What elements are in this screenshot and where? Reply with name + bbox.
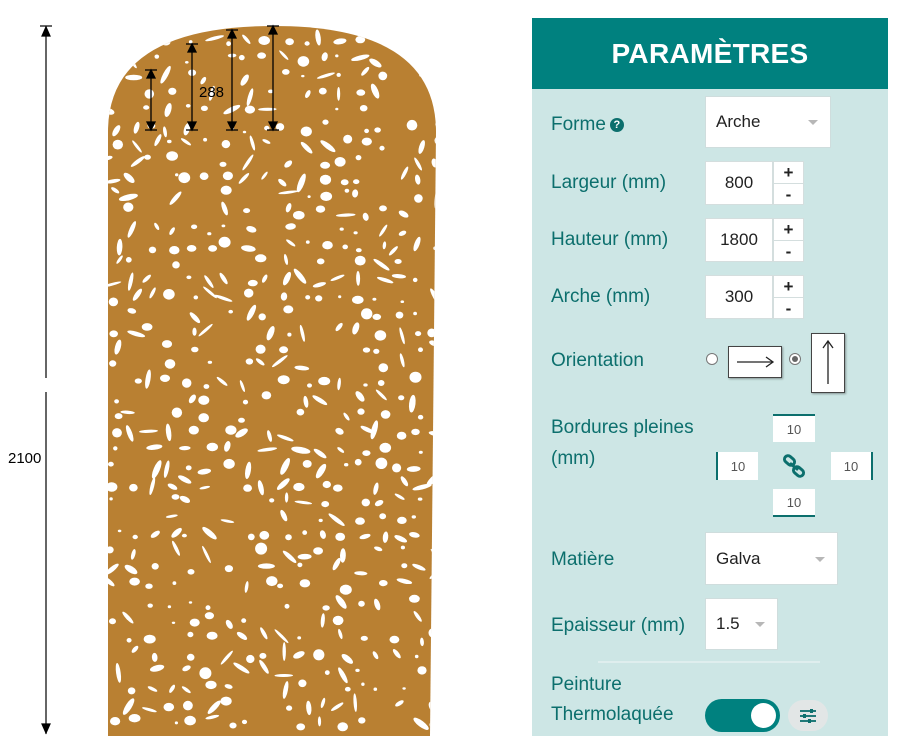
section-divider: [598, 661, 820, 663]
hauteur-decrement-button[interactable]: -: [774, 241, 803, 262]
link-icon[interactable]: [782, 454, 806, 478]
largeur-decrement-button[interactable]: -: [774, 184, 803, 205]
matiere-select[interactable]: Galva: [705, 532, 838, 585]
panel-preview: 2100 288: [0, 0, 520, 736]
arch-height-label: 288: [199, 84, 225, 101]
dimension-arrow-icon: [41, 723, 51, 735]
peinture-label-line2: Thermolaquée: [551, 704, 674, 725]
perforated-panel: [108, 26, 436, 736]
toggle-knob: [751, 703, 776, 728]
preview-canvas: [40, 24, 436, 736]
bordures-label-line1: Bordures pleines: [551, 417, 694, 438]
border-bottom-input[interactable]: 10: [773, 489, 815, 517]
forme-select[interactable]: Arche: [705, 96, 831, 148]
arrow-up-icon: [822, 339, 834, 384]
largeur-stepper: + -: [773, 161, 804, 205]
height-label: 2100: [8, 450, 42, 467]
epaisseur-label: Epaisseur (mm): [551, 615, 686, 636]
chevron-down-icon: [815, 556, 825, 562]
arche-decrement-button[interactable]: -: [774, 298, 803, 319]
hauteur-input[interactable]: 1800: [705, 218, 773, 262]
orientation-vertical-option[interactable]: [811, 333, 845, 393]
sliders-icon: [800, 708, 816, 723]
forme-label-text: Forme: [551, 114, 606, 135]
border-top-input[interactable]: 10: [773, 414, 815, 442]
parameters-panel: PARAMÈTRES Forme? Arche Largeur (mm) 800…: [532, 18, 888, 736]
height-dimension: [40, 25, 52, 735]
border-right-input[interactable]: 10: [831, 452, 873, 480]
peinture-toggle[interactable]: [705, 699, 780, 732]
forme-select-value: Arche: [716, 112, 761, 131]
matiere-label: Matière: [551, 549, 615, 570]
epaisseur-select-value: 1.5: [716, 614, 740, 633]
arche-increment-button[interactable]: +: [774, 276, 803, 298]
peinture-label-line1: Peinture: [551, 674, 622, 695]
arche-label: Arche (mm): [551, 286, 651, 307]
largeur-input[interactable]: 800: [705, 161, 773, 205]
chevron-down-icon: [808, 120, 818, 125]
arche-stepper: + -: [773, 275, 804, 319]
dimension-arrow-icon: [41, 25, 51, 37]
forme-label: Forme?: [551, 110, 624, 140]
hauteur-stepper: + -: [773, 218, 804, 262]
peinture-settings-button[interactable]: [788, 700, 828, 731]
hauteur-label: Hauteur (mm): [551, 229, 669, 250]
arrow-right-icon: [737, 356, 775, 368]
bordures-label-line2: (mm): [551, 448, 596, 469]
orientation-horizontal-radio[interactable]: [706, 353, 718, 365]
orientation-vertical-radio[interactable]: [789, 353, 801, 365]
largeur-label: Largeur (mm): [551, 172, 667, 193]
hauteur-increment-button[interactable]: +: [774, 219, 803, 241]
orientation-label: Orientation: [551, 350, 644, 371]
epaisseur-select[interactable]: 1.5: [705, 598, 778, 650]
help-icon[interactable]: ?: [609, 118, 624, 132]
orientation-horizontal-option[interactable]: [728, 346, 782, 378]
border-left-input[interactable]: 10: [716, 452, 758, 480]
chevron-down-icon: [755, 622, 765, 627]
panel-title: PARAMÈTRES: [532, 18, 888, 89]
arche-input[interactable]: 300: [705, 275, 773, 319]
largeur-increment-button[interactable]: +: [774, 162, 803, 184]
matiere-select-value: Galva: [716, 548, 761, 568]
